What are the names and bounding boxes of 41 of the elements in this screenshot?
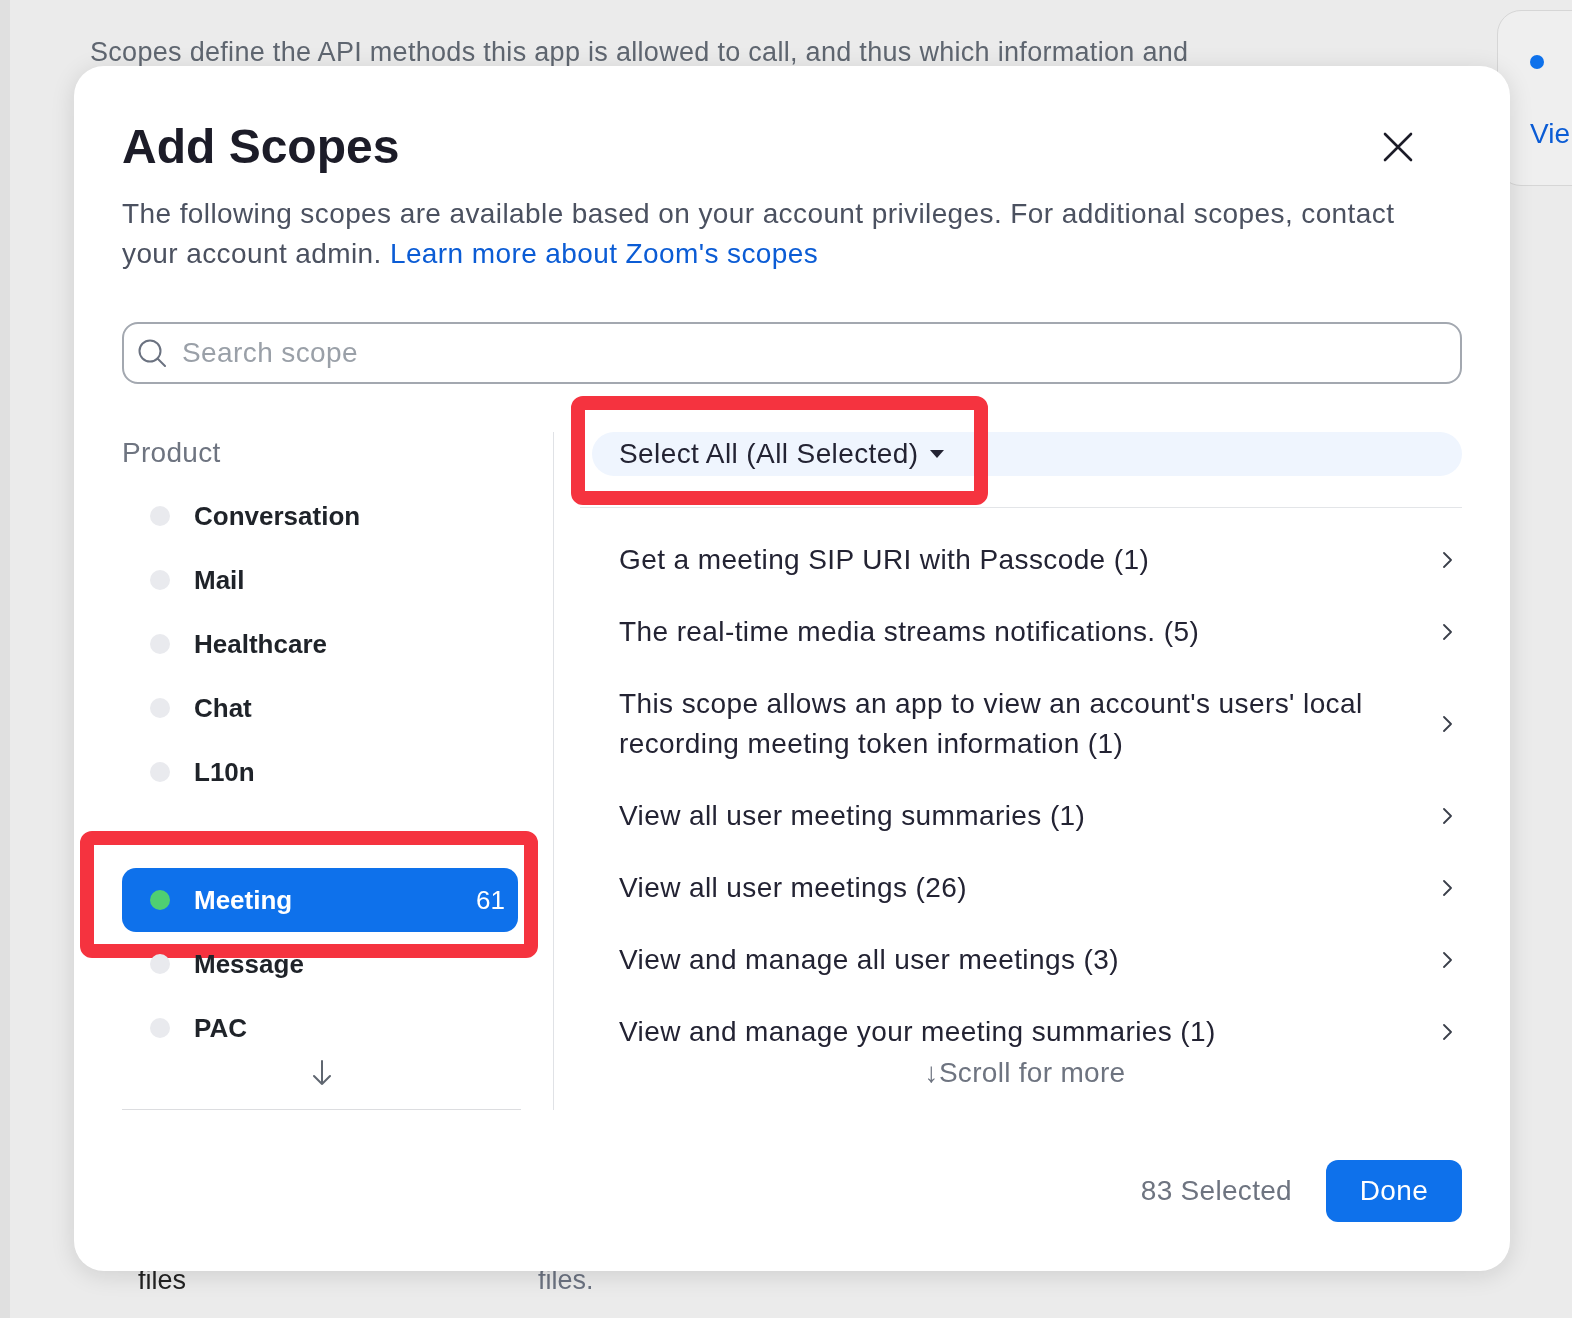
product-item[interactable]: L10n — [122, 740, 518, 804]
item-count: 61 — [476, 883, 505, 917]
product-item[interactable]: Conversation — [122, 484, 518, 548]
product-item[interactable]: Chat — [122, 676, 518, 740]
search-icon — [138, 339, 166, 367]
chevron-right-icon — [1443, 880, 1452, 896]
product-item[interactable]: Healthcare — [122, 612, 518, 676]
scope-row[interactable]: This scope allows an app to view an account's users' local recording meeting token information (1) — [580, 678, 1462, 770]
scopes-link[interactable]: Learn more about Zoom's scopes — [389, 238, 819, 269]
chevron-right-icon — [1443, 624, 1452, 640]
scope-row[interactable]: The real-time media streams notifications. (5) — [580, 606, 1462, 658]
chevron-right-icon — [1443, 952, 1452, 968]
product-item[interactable]: Message — [122, 932, 518, 996]
chevron-right-icon — [1443, 552, 1452, 568]
scope-row[interactable]: View and manage all user meetings (3) — [580, 934, 1462, 986]
chevron-right-icon — [1443, 716, 1452, 732]
scope-row[interactable]: View and manage your meeting summaries (1) — [580, 1006, 1462, 1058]
selected-count: 83 Selected — [1140, 1174, 1292, 1208]
page-description: Scopes define the API methods this app is allowed to call, and thus which information and — [90, 36, 1189, 68]
product-heading: Product — [122, 436, 222, 470]
view-link[interactable]: Vie — [1530, 118, 1570, 150]
product-item[interactable]: Mail — [122, 548, 518, 612]
scope-row[interactable]: View all user meeting summaries (1) — [580, 790, 1462, 842]
done-button[interactable]: Done — [1326, 1160, 1462, 1222]
select-all-dropdown[interactable]: Select All (All Selected) — [592, 432, 968, 476]
product-item[interactable]: Meeting 61 — [122, 868, 518, 932]
dialog-title: Add Scopes — [122, 119, 400, 175]
scope-row[interactable]: View all user meetings (26) — [580, 862, 1462, 914]
dot-icon — [1530, 55, 1544, 69]
dialog-description: The following scopes are available based on your account privileges. For additional scopes, contact your account admin. Learn more about Zoom's scopes — [122, 197, 1396, 271]
chevron-right-icon — [1443, 1024, 1452, 1040]
scope-row[interactable]: Get a meeting SIP URI with Passcode (1) — [580, 534, 1462, 586]
product-item[interactable]: PAC — [122, 996, 518, 1060]
arrow-down-icon — [312, 1060, 331, 1086]
scroll-hint: ↓Scroll for more — [924, 1058, 1126, 1088]
search-field[interactable]: Search scope — [122, 322, 1462, 384]
status-dot-icon — [150, 890, 170, 910]
close-icon — [1383, 132, 1413, 162]
status-dot-icon — [150, 954, 170, 974]
caret-icon — [930, 450, 945, 458]
chevron-right-icon — [1443, 808, 1452, 824]
